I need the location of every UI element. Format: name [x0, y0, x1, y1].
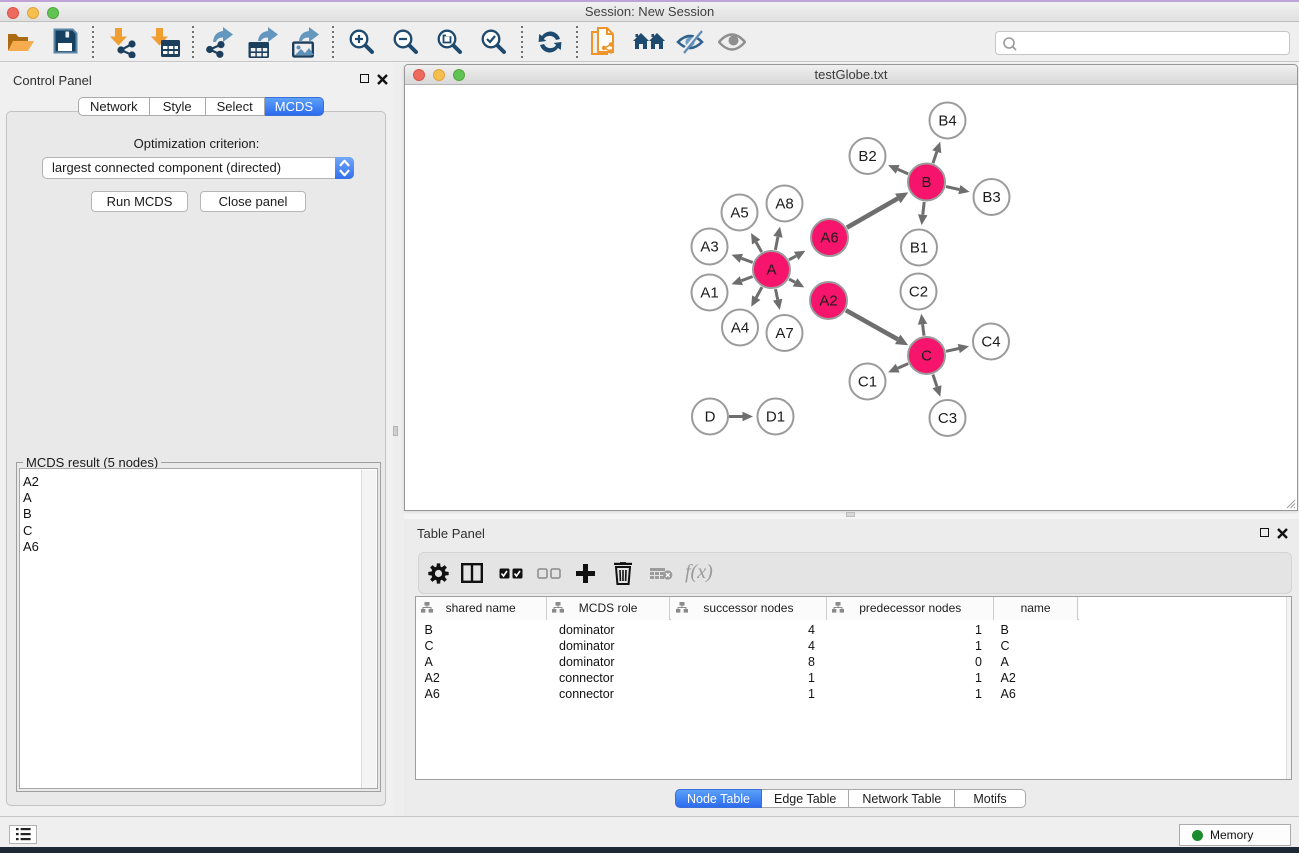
svg-text:C4: C4	[981, 334, 1000, 351]
svg-text:C: C	[921, 348, 932, 365]
svg-text:D1: D1	[766, 409, 785, 426]
svg-text:B1: B1	[910, 240, 928, 257]
svg-text:A: A	[766, 262, 776, 279]
svg-text:D: D	[705, 409, 716, 426]
svg-text:A3: A3	[700, 239, 718, 256]
svg-text:A6: A6	[820, 230, 838, 247]
svg-text:B3: B3	[982, 189, 1000, 206]
svg-text:A4: A4	[731, 320, 749, 337]
svg-text:A2: A2	[819, 293, 837, 310]
svg-text:C1: C1	[858, 374, 877, 391]
svg-text:A1: A1	[700, 285, 718, 302]
svg-text:A7: A7	[775, 325, 793, 342]
svg-text:C3: C3	[938, 410, 957, 427]
svg-text:B2: B2	[858, 148, 876, 165]
svg-text:A5: A5	[730, 205, 748, 222]
svg-text:A8: A8	[775, 196, 793, 213]
svg-text:C2: C2	[909, 284, 928, 301]
svg-text:B4: B4	[938, 113, 956, 130]
svg-text:B: B	[921, 174, 931, 191]
